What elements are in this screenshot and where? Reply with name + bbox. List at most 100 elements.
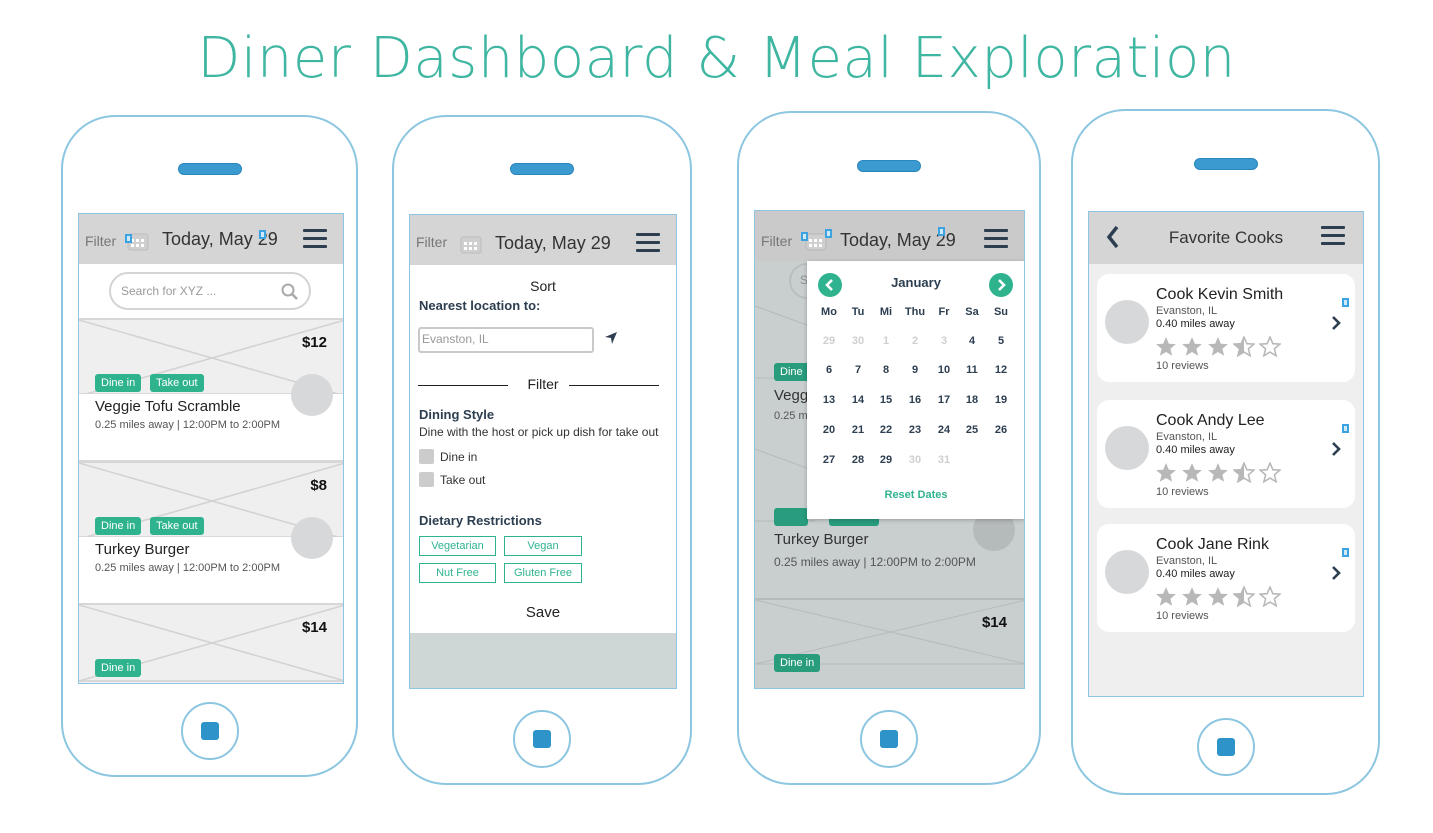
- dining-style-desc: Dine with the host or pick up dish for t…: [419, 425, 659, 439]
- location-arrow-icon[interactable]: [604, 331, 618, 345]
- favorites-screen: Favorite Cooks Cook Kevin Smith Evanston,…: [1088, 211, 1364, 697]
- star-icon: [1156, 587, 1176, 606]
- phone-speaker: [857, 160, 921, 172]
- pill-gluten-free[interactable]: Gluten Free: [504, 563, 582, 583]
- page-title: Diner Dashboard & Meal Exploration: [197, 26, 1236, 91]
- calendar-icon[interactable]: [805, 231, 827, 251]
- meal-card[interactable]: $14 Dine in: [79, 603, 343, 683]
- chevron-right-icon[interactable]: [1331, 316, 1341, 330]
- chevron-right-icon[interactable]: [1331, 442, 1341, 456]
- cook-distance: 0.40 miles away: [1156, 568, 1235, 580]
- star-icon: [1208, 463, 1228, 482]
- meal-card[interactable]: $12 Dine in Take out Veggie Tofu Scrambl…: [79, 318, 343, 462]
- checkbox-label: Take out: [440, 473, 486, 487]
- checkbox-take-out[interactable]: [419, 472, 434, 487]
- chevron-right-icon: [998, 279, 1006, 291]
- pill-vegetarian[interactable]: Vegetarian: [419, 536, 496, 556]
- chevron-right-icon[interactable]: [1331, 566, 1341, 580]
- pill-nut-free[interactable]: Nut Free: [419, 563, 496, 583]
- pill-vegan[interactable]: Vegan: [504, 536, 582, 556]
- calendar-day[interactable]: 23: [901, 424, 929, 436]
- cook-location: Evanston, IL: [1156, 555, 1218, 567]
- phone-speaker: [177, 163, 242, 175]
- calendar-day[interactable]: 8: [872, 364, 900, 376]
- search-input[interactable]: Search for XYZ ...: [109, 272, 311, 310]
- calendar-icon[interactable]: [460, 234, 482, 254]
- checkbox-label: Dine in: [440, 450, 478, 464]
- save-button[interactable]: Save: [410, 604, 676, 621]
- calendar-day[interactable]: 5: [987, 335, 1015, 347]
- tag-dine-in-dimmed: [774, 508, 808, 526]
- top-bar: Filter Today, May 29: [79, 214, 343, 264]
- calendar-day[interactable]: 12: [987, 364, 1015, 376]
- calendar-day[interactable]: 14: [844, 394, 872, 406]
- calendar-day[interactable]: 4: [958, 335, 986, 347]
- calendar-day[interactable]: 7: [844, 364, 872, 376]
- meal-meta: 0.25 miles away | 12:00PM to 2:00PM: [774, 555, 976, 569]
- calendar-day[interactable]: 21: [844, 424, 872, 436]
- calendar-day[interactable]: 27: [815, 454, 843, 466]
- filter-button[interactable]: Filter: [85, 233, 116, 249]
- calendar-day[interactable]: 29: [872, 454, 900, 466]
- top-bar: Favorite Cooks: [1089, 212, 1363, 264]
- calendar-day[interactable]: 28: [844, 454, 872, 466]
- filter-button[interactable]: Filter: [761, 233, 792, 249]
- cook-distance: 0.40 miles away: [1156, 444, 1235, 456]
- cook-card[interactable]: Cook Kevin Smith Evanston, IL 0.40 miles a…: [1097, 274, 1355, 382]
- calendar-day[interactable]: 10: [930, 364, 958, 376]
- calendar-day[interactable]: 16: [901, 394, 929, 406]
- checkbox-dine-in[interactable]: [419, 449, 434, 464]
- nearest-location-label: Nearest location to:: [419, 298, 541, 313]
- search-placeholder: Search for XYZ ...: [121, 284, 217, 298]
- next-month-button[interactable]: [989, 273, 1013, 297]
- calendar-day: 30: [908, 454, 922, 466]
- search-icon[interactable]: [281, 283, 299, 301]
- review-count[interactable]: 10 reviews: [1156, 610, 1209, 622]
- calendar-day[interactable]: 15: [872, 394, 900, 406]
- home-button[interactable]: [1196, 718, 1255, 776]
- calendar-day[interactable]: 13: [815, 394, 843, 406]
- date-label[interactable]: Today, May 29: [495, 233, 611, 254]
- calendar-day[interactable]: 20: [815, 424, 843, 436]
- price-label: $12: [301, 334, 327, 351]
- review-count[interactable]: 10 reviews: [1156, 486, 1209, 498]
- phone-filter: Filter Today, May 29 Sort Nearest locati…: [392, 115, 692, 785]
- star-icon: [1259, 336, 1281, 358]
- sort-heading[interactable]: Sort: [410, 278, 676, 294]
- cook-card[interactable]: Cook Jane Rink Evanston, IL 0.40 miles awa…: [1097, 524, 1355, 632]
- phone-calendar: Filter Today, May 29 S Dine Vegg 0.25 m …: [737, 111, 1041, 785]
- calendar-day[interactable]: 17: [930, 394, 958, 406]
- menu-icon[interactable]: [984, 229, 1008, 249]
- filter-heading: Filter: [527, 376, 559, 392]
- home-button[interactable]: [180, 702, 239, 760]
- tag-take-out: Take out: [150, 517, 204, 535]
- weekday-label: Thu: [904, 306, 926, 318]
- calendar-day[interactable]: 24: [930, 424, 958, 436]
- calendar-day[interactable]: 19: [987, 394, 1015, 406]
- calendar-screen: Filter Today, May 29 S Dine Vegg 0.25 m …: [754, 210, 1025, 689]
- menu-icon[interactable]: [636, 233, 660, 253]
- home-button[interactable]: [513, 710, 571, 768]
- menu-icon[interactable]: [303, 229, 327, 249]
- calendar-day[interactable]: 26: [987, 424, 1015, 436]
- location-input[interactable]: Evanston, IL: [418, 327, 594, 353]
- menu-icon[interactable]: [1321, 226, 1345, 246]
- calendar-day[interactable]: 25: [958, 424, 986, 436]
- home-button[interactable]: [860, 710, 918, 768]
- calendar-day[interactable]: 11: [958, 364, 986, 376]
- reset-dates-button[interactable]: Reset Dates: [807, 489, 1024, 501]
- review-count[interactable]: 10 reviews: [1156, 360, 1209, 372]
- calendar-day[interactable]: 9: [901, 364, 929, 376]
- meal-card[interactable]: $8 Dine in Take out Turkey Burger 0.25 m…: [79, 461, 343, 605]
- cook-avatar: [1105, 426, 1149, 470]
- calendar-day[interactable]: 18: [958, 394, 986, 406]
- calendar-day[interactable]: 22: [872, 424, 900, 436]
- filter-button[interactable]: Filter: [416, 234, 447, 250]
- cook-card[interactable]: Cook Andy Lee Evanston, IL 0.40 miles away…: [1097, 400, 1355, 508]
- calendar-day[interactable]: 6: [815, 364, 843, 376]
- cook-location: Evanston, IL: [1156, 431, 1218, 443]
- tag-dine-in-dimmed: Dine in: [774, 654, 821, 672]
- weekday-label: Mi: [879, 306, 893, 318]
- cook-distance: 0.40 miles away: [1156, 318, 1235, 330]
- dashboard-screen: Filter Today, May 29 Search for XYZ ... …: [78, 213, 344, 684]
